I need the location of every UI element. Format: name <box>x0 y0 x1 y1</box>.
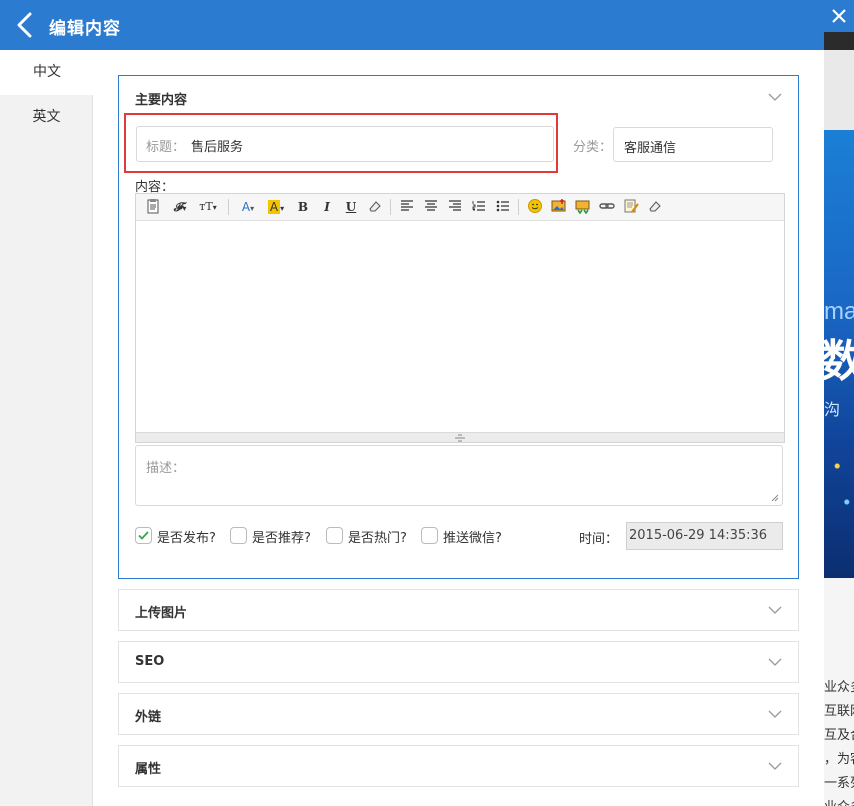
title-field[interactable]: 标题： 售后服务 <box>136 126 554 162</box>
checkbox-box[interactable] <box>230 527 247 544</box>
toolbar-separator <box>228 199 229 215</box>
back-button[interactable] <box>14 12 38 38</box>
tab-chinese[interactable]: 中文 <box>0 50 94 95</box>
rich-text-editor: 𝓕▾ тT▾ A▾ A ▾ B I U <box>135 193 785 443</box>
category-value: 客服通信 <box>624 141 677 156</box>
description-field[interactable]: 描述： <box>135 445 783 506</box>
category-label: 分类： <box>573 140 613 155</box>
checkbox-label: 是否推荐? <box>252 531 311 546</box>
checkbox-box[interactable] <box>135 527 152 544</box>
checkbox-label: 推送微信? <box>443 531 502 546</box>
eraser-icon[interactable] <box>365 198 385 216</box>
chevron-down-icon[interactable] <box>768 92 782 102</box>
background-strip <box>824 50 854 130</box>
align-center-icon[interactable] <box>421 198 441 216</box>
underline-icon[interactable]: U <box>341 198 361 216</box>
section-seo[interactable]: SEO <box>118 641 799 683</box>
banner-fragment: ma <box>824 298 854 325</box>
link-icon[interactable] <box>597 198 617 216</box>
font-size-icon[interactable]: тT▾ <box>196 198 220 216</box>
title-value: 售后服务 <box>191 140 244 155</box>
checkbox-box[interactable] <box>326 527 343 544</box>
bold-icon[interactable]: B <box>293 198 313 216</box>
editor-toolbar: 𝓕▾ тT▾ A▾ A ▾ B I U <box>136 194 784 221</box>
resize-grip-icon <box>455 434 465 442</box>
paste-icon[interactable] <box>143 198 163 216</box>
chevron-down-icon[interactable] <box>768 605 782 615</box>
banner-fragment: 沟 <box>824 402 841 419</box>
toolbar-separator <box>390 199 391 215</box>
background-banner: ma 数 沟 <box>824 130 854 578</box>
close-button[interactable] <box>824 0 854 32</box>
modal-titlebar: 编辑内容 <box>0 0 824 50</box>
checkbox-label: 是否发布? <box>157 531 216 546</box>
chevron-down-icon[interactable] <box>768 657 782 667</box>
title-label: 标题： <box>146 140 186 155</box>
time-field[interactable]: 2015-06-29 14:35:36 <box>626 522 783 550</box>
chevron-down-icon[interactable] <box>768 761 782 771</box>
main-content-panel: 主要内容 标题： 售后服务 分类： 客服通信 内容： 𝓕▾ тT▾ A▾ A▾ <box>118 75 799 579</box>
edit-content-modal: 编辑内容 中文 英文 主要内容 标题： 售后服务 分类： 客服通信 内容： 𝓕▾ <box>0 0 824 806</box>
font-color-icon[interactable]: A▾ <box>236 198 260 216</box>
close-icon <box>832 9 846 23</box>
clear-format-icon[interactable] <box>645 198 665 216</box>
align-left-icon[interactable] <box>397 198 417 216</box>
section-upload-images[interactable]: 上传图片 <box>118 589 799 631</box>
section-attributes[interactable]: 属性 <box>118 745 799 787</box>
background-page: ma 数 沟 业众多 互联网 互及合 ，为客 一系列 业众多 <box>824 0 854 806</box>
chevron-left-icon <box>17 12 32 38</box>
font-family-icon[interactable]: 𝓕▾ <box>168 198 192 216</box>
banner-decoration <box>830 430 854 550</box>
background-text: 业众多 互联网 互及合 ，为客 一系列 业众多 <box>824 680 854 806</box>
highlight-color-icon[interactable]: A ▾ <box>264 198 288 216</box>
multi-image-icon[interactable] <box>573 198 593 216</box>
section-title: 外链 <box>135 710 162 725</box>
main-section-title: 主要内容 <box>135 93 188 108</box>
checkbox-label: 是否热门? <box>348 531 407 546</box>
italic-icon[interactable]: I <box>317 198 337 216</box>
category-field[interactable]: 客服通信 <box>613 127 773 162</box>
image-icon[interactable] <box>549 198 569 216</box>
unordered-list-icon[interactable] <box>493 198 513 216</box>
time-label: 时间： <box>579 532 619 547</box>
section-title: 属性 <box>135 762 162 777</box>
description-placeholder: 描述： <box>146 461 186 476</box>
textarea-resize-icon[interactable] <box>771 494 779 502</box>
page-title: 编辑内容 <box>49 19 121 39</box>
section-title: 上传图片 <box>135 606 188 621</box>
banner-fragment: 数 <box>824 337 854 386</box>
checkbox-box[interactable] <box>421 527 438 544</box>
editor-content-area[interactable] <box>136 221 784 432</box>
checkmark-icon <box>138 531 149 540</box>
language-tabs: 中文 英文 <box>0 50 94 806</box>
align-right-icon[interactable] <box>445 198 465 216</box>
template-icon[interactable] <box>621 198 641 216</box>
tab-english[interactable]: 英文 <box>0 95 93 140</box>
toolbar-separator <box>518 199 519 215</box>
section-title: SEO <box>135 654 165 669</box>
section-external-links[interactable]: 外链 <box>118 693 799 735</box>
ordered-list-icon[interactable] <box>469 198 489 216</box>
emoji-icon[interactable] <box>525 198 545 216</box>
editor-resize-handle[interactable] <box>136 432 784 442</box>
chevron-down-icon[interactable] <box>768 709 782 719</box>
